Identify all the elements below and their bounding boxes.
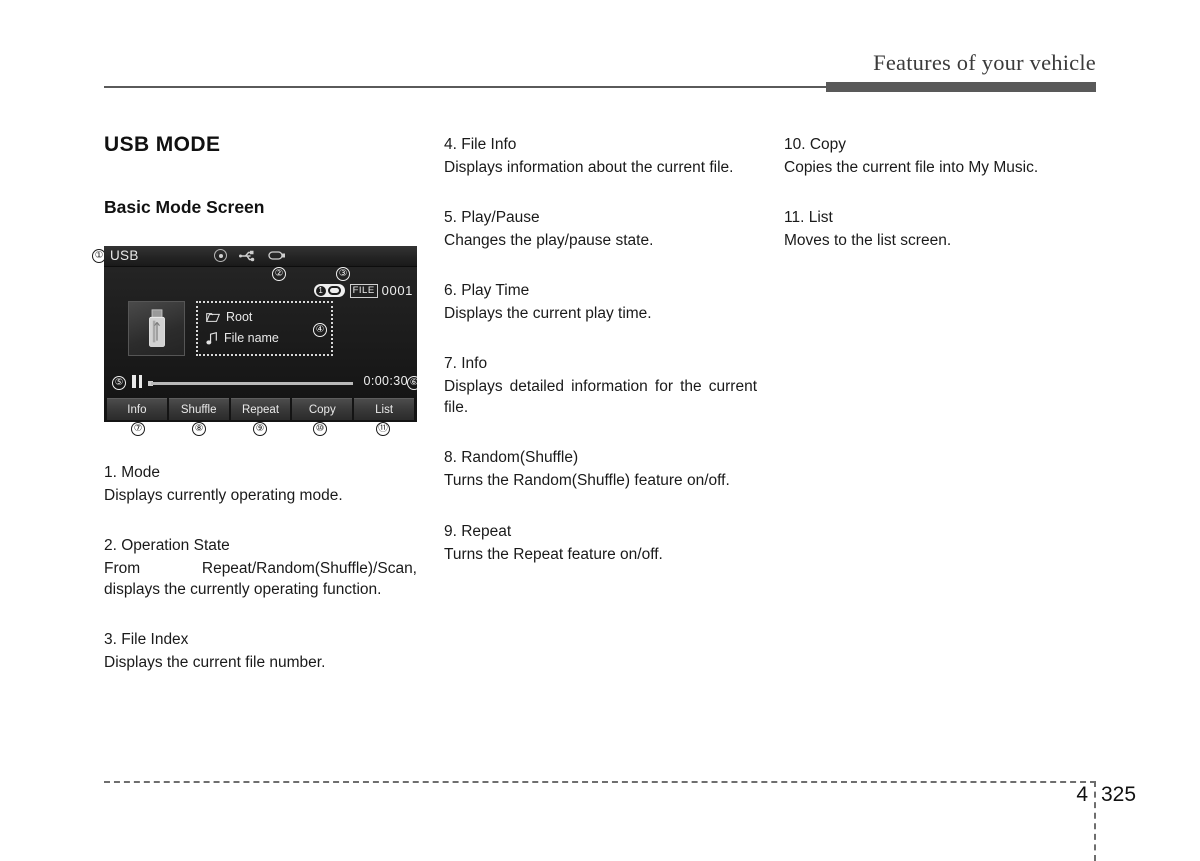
entry-8-body: Turns the Random(Shuffle) feature on/off… xyxy=(444,472,730,490)
entry-4: 4. File Info Displays information about … xyxy=(444,133,757,178)
footer-divider xyxy=(104,781,1096,783)
disc-icon xyxy=(214,249,227,262)
entry-4-title: 4. File Info xyxy=(444,136,517,153)
callout-5: ⑤ xyxy=(112,376,126,390)
transport-row: ⑤ 0:00:30 ⑥ xyxy=(104,371,417,395)
callout-3: ③ xyxy=(336,267,350,281)
softkey-row: Info Shuffle Repeat Copy List xyxy=(104,398,417,422)
album-thumbnail xyxy=(128,301,185,356)
softkey-info[interactable]: Info xyxy=(107,398,167,420)
file-index: FILE 0001 xyxy=(349,283,413,298)
entry-1-title: 1. Mode xyxy=(104,464,161,481)
softkey-repeat[interactable]: Repeat xyxy=(230,398,291,420)
usb-icon xyxy=(239,250,255,261)
column-middle: 4. File Info Displays information about … xyxy=(444,133,757,565)
entry-3-body: Displays the current file number. xyxy=(104,654,326,672)
entry-10-body: Copies the current file into My Music. xyxy=(784,159,1039,177)
page-title: Features of your vehicle xyxy=(873,50,1096,75)
entry-10-title: 10. Copy xyxy=(784,136,847,153)
page-number: 325 xyxy=(1101,783,1137,806)
state-row: 1 FILE 0001 xyxy=(313,283,413,298)
play-time-label: 0:00:30 xyxy=(363,374,408,388)
section-title: USB MODE xyxy=(104,133,221,156)
callout-7: ⑦ xyxy=(131,422,145,436)
file-number-label: 0001 xyxy=(381,283,413,298)
folder-icon xyxy=(206,312,220,322)
status-icons xyxy=(214,249,286,262)
entry-4-body: Displays information about the current f… xyxy=(444,159,734,177)
file-info-box: Root File name ④ xyxy=(196,301,333,356)
softkey-list[interactable]: List xyxy=(354,398,414,420)
entry-2-body: From Repeat/Random(Shuffle)/Scan, displa… xyxy=(104,560,417,599)
entry-1-body: Displays currently operating mode. xyxy=(104,487,343,505)
device-icon xyxy=(268,251,285,260)
entry-2: 2. Operation State From Repeat/Random(Sh… xyxy=(104,534,417,600)
screen-main-area: 1 FILE 0001 Root File name ④ ⑤ 0:00:30 ⑥ xyxy=(104,267,417,398)
file-name-label: File name xyxy=(224,331,279,345)
entry-1: 1. Mode Displays currently operating mod… xyxy=(104,461,417,506)
entry-8: 8. Random(Shuffle) Turns the Random(Shuf… xyxy=(444,446,757,491)
entry-3-title: 3. File Index xyxy=(104,631,189,649)
footer-vertical-rule xyxy=(1094,781,1096,861)
repeat-count-label: 1 xyxy=(315,285,326,296)
progress-bar[interactable] xyxy=(151,382,353,385)
entry-5: 5. Play/Pause Changes the play/pause sta… xyxy=(444,206,757,251)
entry-11-title: 11. List xyxy=(784,209,833,227)
repeat-loop-icon xyxy=(327,286,341,295)
usb-mode-figure: ① USB 1 FILE 0001 Root File name ④ ⑤ 0:0… xyxy=(92,246,417,436)
mode-label: USB xyxy=(110,248,139,263)
callout-11: ⑪ xyxy=(376,422,390,436)
callout-10: ⑩ xyxy=(313,422,327,436)
softkey-copy[interactable]: Copy xyxy=(292,398,353,420)
entry-7-title: 7. Info xyxy=(444,355,488,373)
entry-6-title: 6. Play Time xyxy=(444,282,530,300)
column-right: 10. Copy Copies the current file into My… xyxy=(784,133,1097,251)
entry-11: 11. List Moves to the list screen. xyxy=(784,206,1097,251)
file-info-folder-row: Root xyxy=(206,310,252,324)
head-unit-screen: USB 1 FILE 0001 Root File name ④ ⑤ 0:00:… xyxy=(104,246,417,422)
entry-11-body: Moves to the list screen. xyxy=(784,232,952,250)
callout-6: ⑥ xyxy=(407,376,417,390)
softkey-shuffle[interactable]: Shuffle xyxy=(168,398,229,420)
page-header: Features of your vehicle xyxy=(104,50,1096,94)
entry-6: 6. Play Time Displays the current play t… xyxy=(444,279,757,324)
entry-9: 9. Repeat Turns the Repeat feature on/of… xyxy=(444,520,757,565)
entry-9-body: Turns the Repeat feature on/off. xyxy=(444,545,663,563)
screen-status-bar: USB xyxy=(104,246,417,267)
chapter-number: 4 xyxy=(1076,783,1088,806)
file-tag-label: FILE xyxy=(349,283,378,298)
callout-4: ④ xyxy=(313,323,327,337)
music-note-icon xyxy=(206,331,217,344)
entry-2-title: 2. Operation State xyxy=(104,537,230,555)
entry-6-body: Displays the current play time. xyxy=(444,305,652,323)
section-subtitle: Basic Mode Screen xyxy=(104,197,265,217)
entry-7-body: Displays detailed information for the cu… xyxy=(444,378,757,417)
entry-9-title: 9. Repeat xyxy=(444,522,512,540)
entry-5-body: Changes the play/pause state. xyxy=(444,232,654,250)
entry-10: 10. Copy Copies the current file into My… xyxy=(784,133,1097,178)
file-info-file-row: File name xyxy=(206,331,279,345)
usb-drive-icon xyxy=(148,308,165,347)
header-rule-thin xyxy=(104,86,826,88)
operation-state-badge: 1 xyxy=(313,284,345,297)
entry-5-title: 5. Play/Pause xyxy=(444,209,540,227)
callout-9: ⑨ xyxy=(253,422,267,436)
entry-7: 7. Info Displays detailed information fo… xyxy=(444,352,757,418)
folder-name-label: Root xyxy=(226,310,253,324)
callout-2: ② xyxy=(272,267,286,281)
entry-8-title: 8. Random(Shuffle) xyxy=(444,449,579,467)
callout-8: ⑧ xyxy=(192,422,206,436)
header-rule-thick xyxy=(826,82,1096,92)
entry-3: 3. File Index Displays the current file … xyxy=(104,628,417,673)
pause-icon[interactable] xyxy=(132,375,142,388)
